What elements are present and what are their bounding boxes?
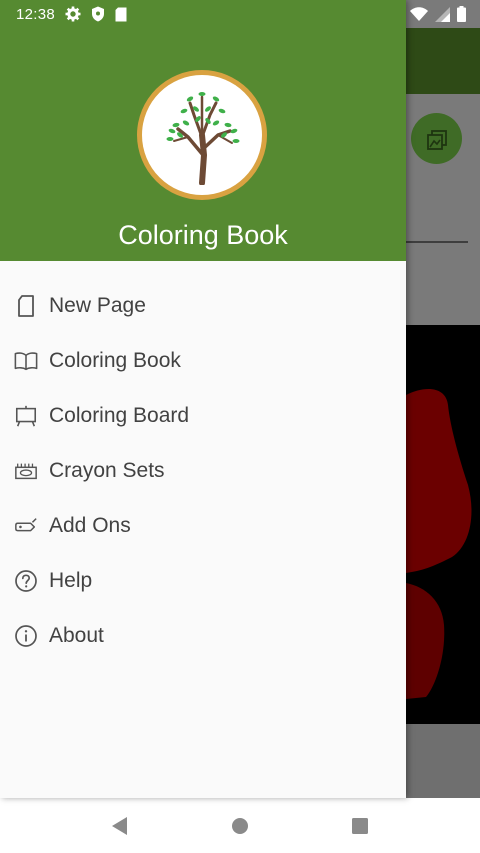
signal-icon <box>435 6 450 22</box>
drawer-title: Coloring Book <box>118 220 288 250</box>
book-icon <box>14 349 38 373</box>
menu-item-label: Help <box>49 568 93 592</box>
info-icon <box>14 624 38 648</box>
menu-item-label: Crayon Sets <box>49 458 165 482</box>
system-navigation-bar <box>0 798 480 853</box>
menu-item-label: Coloring Board <box>49 403 190 427</box>
menu-item-label: New Page <box>49 293 146 317</box>
menu-item-about[interactable]: About <box>0 608 406 663</box>
recents-button[interactable] <box>340 806 380 846</box>
menu-item-label: Add Ons <box>49 513 131 537</box>
settings-icon <box>65 6 81 22</box>
background-divider <box>406 241 468 243</box>
shield-icon <box>91 6 105 22</box>
drawer-menu: New Page Coloring Book Coloring Board Cr… <box>0 278 406 663</box>
recents-icon <box>352 817 368 834</box>
easel-icon <box>14 404 38 428</box>
menu-item-new-page[interactable]: New Page <box>0 278 406 333</box>
battery-icon <box>457 6 466 22</box>
menu-item-coloring-board[interactable]: Coloring Board <box>0 388 406 443</box>
back-button[interactable] <box>100 806 140 846</box>
home-icon <box>232 817 248 834</box>
menu-item-coloring-book[interactable]: Coloring Book <box>0 333 406 388</box>
page-icon <box>14 294 38 318</box>
background-canvas <box>406 325 480 724</box>
sd-card-icon <box>115 7 127 22</box>
home-button[interactable] <box>220 806 260 846</box>
menu-item-add-ons[interactable]: Add Ons <box>0 498 406 553</box>
clock: 12:38 <box>16 5 56 23</box>
wifi-icon <box>410 7 428 21</box>
tag-icon <box>14 514 38 538</box>
drawer-header: Coloring Book <box>0 0 406 261</box>
app-logo <box>137 70 267 200</box>
crayon-box-icon <box>14 459 38 483</box>
menu-item-crayon-sets[interactable]: Crayon Sets <box>0 443 406 498</box>
tree-logo-icon <box>166 92 240 185</box>
background-bottom-panel <box>406 724 480 798</box>
help-icon <box>14 569 38 593</box>
menu-item-help[interactable]: Help <box>0 553 406 608</box>
menu-item-label: Coloring Book <box>49 348 181 372</box>
background-insert-image-button[interactable] <box>411 113 462 164</box>
status-bar: 12:38 <box>0 0 480 28</box>
insert-image-icon <box>426 129 447 150</box>
back-icon <box>112 816 127 835</box>
menu-item-label: About <box>49 623 104 647</box>
navigation-drawer: Coloring Book New Page Coloring Book Col… <box>0 0 406 798</box>
